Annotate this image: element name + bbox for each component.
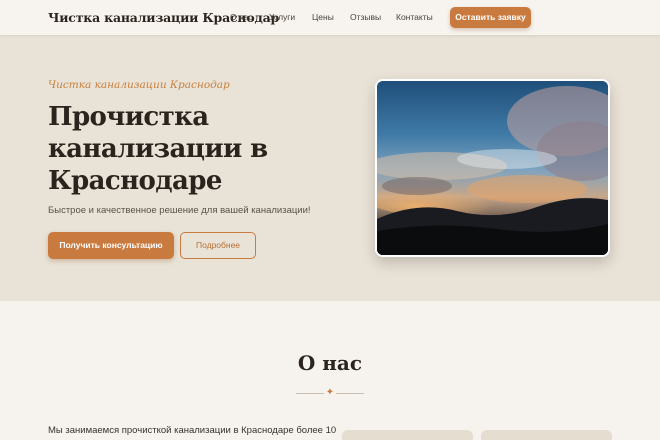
site-header: Чистка канализации Краснодар О нас Услуг… xyxy=(0,0,660,35)
divider-line-right xyxy=(336,393,364,394)
about-text: Мы занимаемся прочисткой канализации в К… xyxy=(48,425,337,436)
get-consultation-button[interactable]: Получить консультацию xyxy=(48,232,174,259)
about-card-2 xyxy=(481,430,612,440)
about-card-1 xyxy=(342,430,473,440)
nav-link-services[interactable]: Услуги xyxy=(269,12,295,22)
hero-image-sunset-clouds xyxy=(375,79,610,257)
about-section-title: О нас xyxy=(297,351,363,375)
nav-link-prices[interactable]: Цены xyxy=(312,12,334,22)
nav-link-about[interactable]: О нас xyxy=(230,12,253,22)
nav-link-reviews[interactable]: Отзывы xyxy=(350,12,381,22)
ornament-star-icon: ✦ xyxy=(325,387,335,398)
hero-title-line-3: Краснодаре xyxy=(48,166,222,196)
sunset-clouds-illustration xyxy=(377,81,608,255)
leave-request-button[interactable]: Оставить заявку xyxy=(450,7,531,28)
hero-subtitle: Быстрое и качественное решение для вашей… xyxy=(48,205,311,216)
more-details-button[interactable]: Подробнее xyxy=(180,232,256,259)
divider-line-left xyxy=(296,393,324,394)
hero-tagline: Чистка канализации Краснодар xyxy=(48,79,230,91)
nav-link-contacts[interactable]: Контакты xyxy=(396,12,433,22)
